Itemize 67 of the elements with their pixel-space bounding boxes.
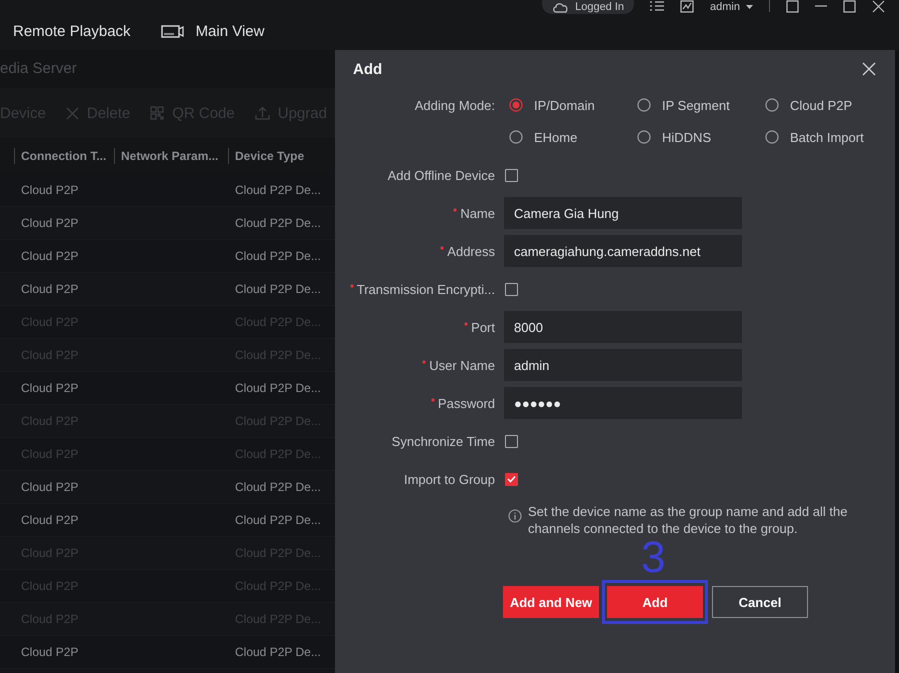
caret-icon <box>746 5 753 9</box>
dialog-title: Add <box>353 60 382 78</box>
dialog-button[interactable]: Cancel <box>712 586 808 618</box>
table-cell-text: Cloud P2P De... <box>234 249 322 263</box>
table-cell-text: Cloud P2P De... <box>234 381 322 395</box>
info-text: Set the device name as the group name and add all the channels connected to the device to the group. <box>528 503 848 537</box>
input-field[interactable]: ●●●●●● <box>504 387 742 419</box>
field-label: Name <box>460 206 495 220</box>
radio-option[interactable]: EHome <box>509 123 637 151</box>
cloud-icon <box>552 1 570 13</box>
field-label: Transmission Encrypti... <box>356 282 495 296</box>
table-cell-text: Cloud P2P <box>20 513 80 527</box>
field-label: Adding Mode: <box>414 98 495 112</box>
maximize-icon[interactable] <box>843 0 856 13</box>
table-cell-text: Cloud P2P <box>20 381 80 395</box>
radio-option[interactable]: Batch Import <box>765 123 893 151</box>
table-cell-text: Cloud P2P De... <box>234 645 322 659</box>
table-cell-text: Cloud P2P De... <box>234 216 322 230</box>
field-label: User Name <box>429 358 495 372</box>
field-label: Port <box>471 320 495 334</box>
radio-option[interactable]: Cloud P2P <box>765 91 893 119</box>
table-cell-text: Cloud P2P <box>20 183 80 197</box>
table-cell-text: Cloud P2P <box>20 480 80 494</box>
close-icon[interactable] <box>862 62 876 76</box>
column-header[interactable]: Connection T... <box>14 148 114 164</box>
step-number: 3 <box>641 540 666 576</box>
camera-icon <box>160 24 184 38</box>
radio-option[interactable]: IP/Domain <box>509 91 637 119</box>
field-label: Import to Group <box>404 472 495 486</box>
field-label: Add Offline Device <box>388 168 495 182</box>
upload-icon <box>254 106 270 120</box>
login-status[interactable]: Logged In <box>542 0 634 14</box>
input-field[interactable]: admin <box>504 349 742 381</box>
checkbox[interactable] <box>505 282 518 296</box>
input-field[interactable]: cameragiahung.cameraddns.net <box>504 235 742 267</box>
list-icon[interactable] <box>650 0 664 12</box>
table-cell-text: Cloud P2P De... <box>234 282 322 296</box>
table-cell-text: Cloud P2P De... <box>234 513 322 527</box>
qr-code-icon <box>150 106 164 120</box>
checkbox[interactable] <box>505 168 518 182</box>
close-icon <box>66 106 79 120</box>
dialog-button[interactable]: Add and New <box>503 586 599 618</box>
chart-icon[interactable] <box>680 0 694 13</box>
close-icon[interactable] <box>872 0 885 13</box>
field-label: Password <box>438 396 495 410</box>
table-cell-text: Cloud P2P De... <box>234 480 322 494</box>
input-field[interactable]: Camera Gia Hung <box>504 197 742 229</box>
dialog-button[interactable]: Add <box>607 586 703 618</box>
checkbox[interactable] <box>505 434 518 448</box>
checkbox[interactable] <box>505 472 518 486</box>
radio-option[interactable]: IP Segment <box>637 91 765 119</box>
table-cell-text: Cloud P2P <box>20 249 80 263</box>
field-label: Address <box>447 244 495 258</box>
window-icon[interactable] <box>786 0 799 13</box>
checkmark-icon <box>506 474 517 484</box>
radio-option[interactable]: HiDDNS <box>637 123 765 151</box>
input-field[interactable]: 8000 <box>504 311 742 343</box>
table-cell-text: Cloud P2P <box>20 282 80 296</box>
tab[interactable]: Remote Playback <box>13 22 131 40</box>
table-cell-text: Cloud P2P De... <box>234 183 322 197</box>
field-label: Synchronize Time <box>392 434 495 448</box>
user-menu[interactable]: admin <box>710 0 753 14</box>
info-icon <box>508 509 522 523</box>
column-header[interactable]: Network Param... <box>114 148 228 164</box>
table-cell-text: Cloud P2P <box>20 645 80 659</box>
table-cell-text: Cloud P2P <box>20 216 80 230</box>
tab[interactable]: Main View <box>196 22 264 40</box>
